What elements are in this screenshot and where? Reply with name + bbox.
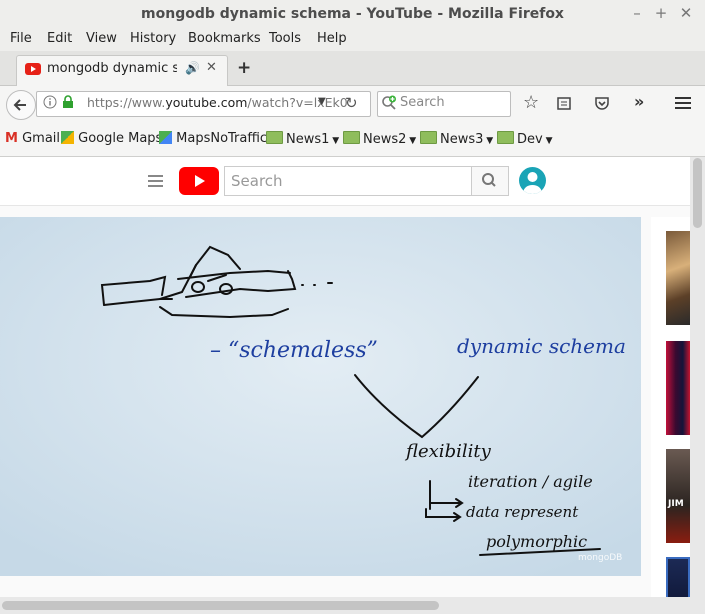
menu-tools[interactable]: Tools [269,31,301,46]
youtube-header: Search [0,157,690,206]
text-schemaless: – “schemaless” [210,338,378,363]
guide-menu-icon[interactable] [148,174,164,192]
back-button[interactable] [6,90,36,120]
horizontal-scrollbar-thumb[interactable] [2,601,439,610]
minimize-icon[interactable]: – [629,5,645,21]
whiteboard-drawing: – “schemaless” dynamic schema flexibilit… [0,217,641,576]
lock-icon[interactable] [62,95,74,113]
related-video-thumbnail[interactable] [666,557,690,597]
bookmark-google-maps[interactable]: Google Maps [61,131,162,146]
play-icon [195,175,205,187]
menu-bookmarks[interactable]: Bookmarks [188,31,261,46]
bookmark-folder-dev[interactable]: Dev ▼ [497,131,553,147]
url-dropdown-icon[interactable]: ▼ [318,96,326,107]
text-polymorphic: polymorphic [486,532,587,551]
text-dynamic-schema: dynamic schema [457,334,626,358]
menu-history[interactable]: History [130,31,176,46]
url-path: /watch?v=lxEk0 [247,95,348,110]
new-tab-icon[interactable]: + [237,58,251,78]
hamburger-menu-icon[interactable] [675,96,691,114]
browser-search-placeholder: Search [400,95,445,110]
reload-icon[interactable]: ↻ [345,94,358,112]
related-video-thumbnail[interactable] [666,341,690,435]
folder-icon [420,131,437,144]
avatar[interactable] [519,167,546,194]
bookmark-label: Gmail [22,131,61,146]
bookmark-label: Dev [517,132,543,147]
url-domain: youtube.com [165,95,248,110]
speaker-icon[interactable]: 🔊 [185,61,200,75]
folder-icon [266,131,283,144]
bookmark-label: News3 [440,132,484,147]
youtube-search-button[interactable] [471,166,509,196]
vertical-scrollbar-thumb[interactable] [693,158,702,228]
text-iteration-agile: iteration / agile [468,472,593,491]
bookmark-label: Google Maps [78,131,163,146]
bookmark-folder-news3[interactable]: News3 ▼ [420,131,493,147]
youtube-search-placeholder: Search [231,172,283,190]
related-videos-sidebar: JIM [651,217,690,597]
close-icon[interactable]: ✕ [678,5,694,21]
mongodb-watermark: mongoDB [578,553,622,563]
menu-view[interactable]: View [86,31,117,46]
star-bookmark-icon[interactable]: ☆ [523,92,539,113]
maximize-icon[interactable]: + [653,5,669,21]
tab-label: mongodb dynamic sc… [47,61,177,76]
youtube-favicon-icon [25,63,41,75]
folder-icon [497,131,514,144]
search-engine-icon[interactable] [381,95,397,115]
related-video-thumbnail[interactable]: JIM [666,449,690,543]
text-data-represent: data represent [466,503,579,521]
text-flexibility: flexibility [404,441,492,462]
tab-close-icon[interactable]: ✕ [206,60,217,75]
menu-help[interactable]: Help [317,31,347,46]
youtube-logo[interactable] [179,167,219,195]
bookmark-gmail[interactable]: M Gmail [5,131,60,146]
bookmark-label: News1 [286,132,330,147]
url-scheme: https://www. [87,95,166,110]
url-text: https://www.youtube.com/watch?v=lxEk0 [87,95,348,110]
menu-file[interactable]: File [10,31,32,46]
related-video-thumbnail[interactable] [666,231,690,325]
search-icon [482,173,496,187]
back-arrow-icon [13,99,26,111]
video-player[interactable]: – “schemaless” dynamic schema flexibilit… [0,217,641,576]
bookmark-label: News2 [363,132,407,147]
overflow-chevron-icon[interactable]: » [634,92,644,111]
bookmark-folder-news1[interactable]: News1 ▼ [266,131,339,147]
user-icon [523,172,542,194]
gmail-icon: M [5,131,18,146]
page-viewport: Search – “schemaless” dynamic schema fle… [0,157,690,597]
library-icon[interactable] [556,95,572,115]
thumbnail-text: JIM [668,499,684,509]
info-icon[interactable] [43,95,57,113]
folder-icon [343,131,360,144]
bookmark-label: MapsNoTraffic [176,131,268,146]
bookmark-mapsnotraffic[interactable]: MapsNoTraffic [159,131,267,146]
youtube-search-input[interactable]: Search [224,166,472,196]
bookmark-folder-news2[interactable]: News2 ▼ [343,131,416,147]
maps-icon [61,131,74,144]
menu-edit[interactable]: Edit [47,31,72,46]
window-title: mongodb dynamic schema - YouTube - Mozil… [141,6,564,22]
pocket-icon[interactable] [594,95,610,115]
maps-icon [159,131,172,144]
